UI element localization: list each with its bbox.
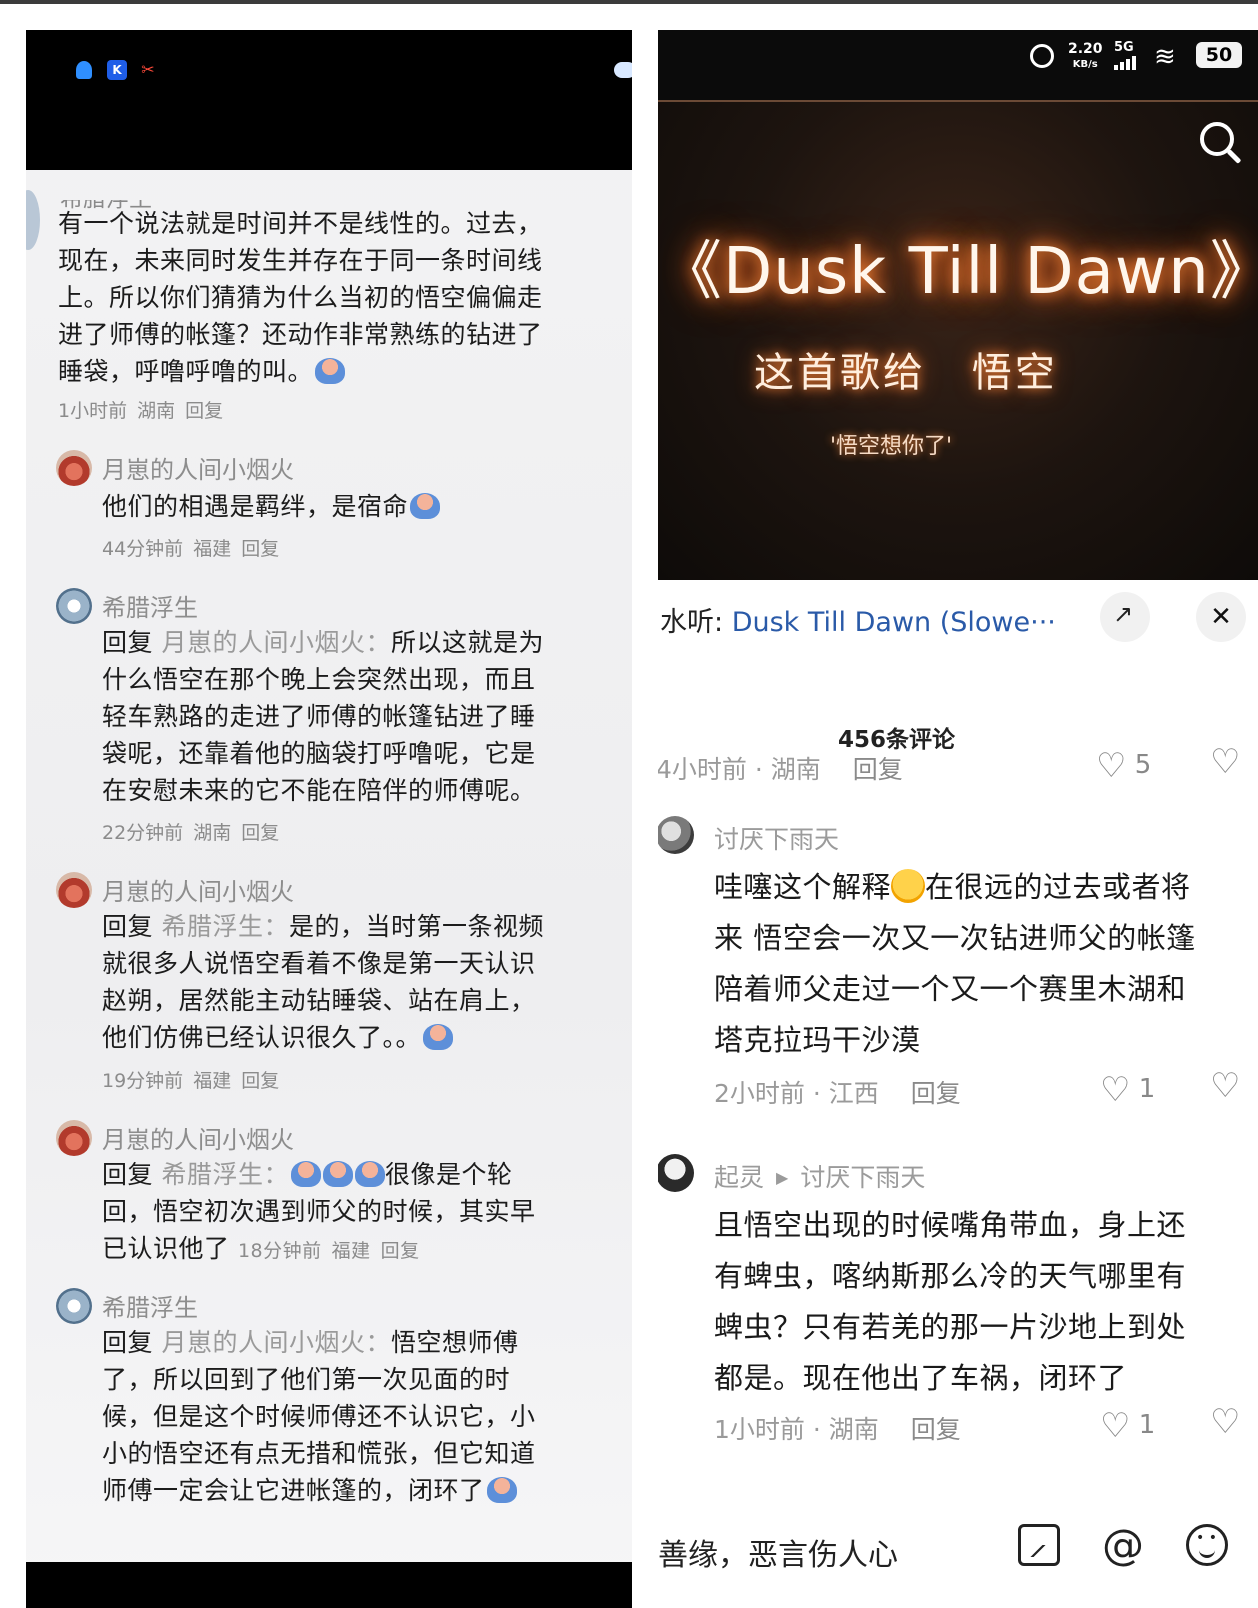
dislike-button[interactable]: ♡ xyxy=(1210,1066,1240,1106)
capcut-app-icon: ✂ xyxy=(141,60,155,79)
reply-link[interactable]: 回复 xyxy=(853,755,903,784)
comment-meta: 44分钟前 福建 回复 xyxy=(102,538,280,560)
commenter-name[interactable]: 讨厌下雨天 xyxy=(714,820,839,856)
reply-link[interactable]: 回复 xyxy=(241,1070,279,1092)
commenter-name[interactable]: 希腊浮生 xyxy=(102,588,198,623)
right-comment-screenshot: 2.20 KB/s 5G ≋ 50 《Dusk Till Dawn》 这首歌给 … xyxy=(658,30,1258,1608)
comment-text: 哇噻这个解释 在很远的过去或者将 来 悟空会一次又一次钻进师父的帐篷 陪着师父走过… xyxy=(714,869,1196,1057)
commenter-name[interactable]: 月崽的人间小烟火 xyxy=(102,1120,294,1155)
comment-meta: 19分钟前 福建 回复 xyxy=(102,1070,280,1092)
top-edge-bar xyxy=(0,0,1258,4)
at-mention-icon[interactable]: @ xyxy=(1102,1524,1144,1566)
crying-monkey-emoji-icon xyxy=(423,1024,454,1050)
video-title: 《Dusk Till Dawn》 xyxy=(658,235,1258,309)
kuwo-app-icon: K xyxy=(107,60,127,80)
comment-count: 456条评论 xyxy=(838,727,956,753)
reply-link[interactable]: 回复 xyxy=(185,400,223,422)
network-type: 5G xyxy=(1114,40,1134,55)
video-subtitle: 这首歌给 悟空 xyxy=(754,350,1058,396)
comment-text: 有一个说法就是时间并不是线性的。过去， 现在，未来同时发生并存在于同一条时间线 … xyxy=(58,209,543,386)
dislike-button[interactable]: ♡ xyxy=(1210,742,1240,782)
reply-link[interactable]: 回复 xyxy=(911,1079,961,1108)
heart-icon: ♡ xyxy=(1100,1406,1131,1446)
commenter-name[interactable]: 月崽的人间小烟火 xyxy=(102,450,294,485)
comment-meta: 22分钟前 湖南 回复 xyxy=(102,822,280,844)
comment-meta: 1小时前 · 湖南 回复 xyxy=(714,1415,961,1444)
crying-emoji-icon xyxy=(891,869,926,903)
avatar[interactable] xyxy=(658,1154,694,1192)
crying-monkey-emoji-icon xyxy=(322,1161,353,1187)
divider xyxy=(658,100,1258,102)
cloud-icon xyxy=(614,62,632,78)
comment-input[interactable]: 善缘，恶言伤人心 xyxy=(658,1530,898,1574)
reply-target-name[interactable]: 希腊浮生： xyxy=(161,912,289,941)
avatar[interactable] xyxy=(56,450,92,486)
comment-text: 回复 月崽的人间小烟火：悟空想师傅 了，所以回到了他们第一次见面的时 候，但是这… xyxy=(102,1328,536,1505)
like-button[interactable]: ♡ 5 xyxy=(1096,746,1151,786)
crying-monkey-emoji-icon xyxy=(486,1477,517,1503)
song-link[interactable]: Dusk Till Dawn (Slowe··· xyxy=(732,607,1056,638)
reply-link[interactable]: 回复 xyxy=(241,822,279,844)
comment-text: 回复 月崽的人间小烟火：所以这就是为 什么悟空在那个晚上会突然出现，而且 轻车熟… xyxy=(102,628,544,805)
comment-text: 他们的相遇是羁绊，是宿命 xyxy=(102,488,441,525)
image-icon[interactable] xyxy=(1018,1524,1060,1566)
crying-monkey-emoji-icon xyxy=(354,1161,385,1187)
comment-text: 且悟空出现的时候嘴角带血，身上还 有蜱虫，喀纳斯那么冷的天气哪里有 蜱虫？只有若… xyxy=(714,1208,1187,1395)
heart-icon: ♡ xyxy=(1100,1070,1131,1110)
status-bar: 2.20 KB/s 5G ≋ 50 xyxy=(658,30,1258,100)
broken-heart-icon: ♡ xyxy=(1210,1066,1241,1106)
avatar[interactable] xyxy=(56,872,92,908)
like-button[interactable]: ♡ 1 xyxy=(1100,1070,1155,1110)
broken-heart-icon: ♡ xyxy=(1210,1402,1241,1442)
reply-link[interactable]: 回复 xyxy=(911,1415,961,1444)
avatar[interactable] xyxy=(658,816,694,854)
reply-target-name[interactable]: 希腊浮生： xyxy=(161,1160,289,1189)
comment-text: 回复 希腊浮生：是的，当时第一条视频 就很多人说悟空看着不像是第一天认识 赵朔，… xyxy=(102,912,544,1052)
bottom-black-bar xyxy=(26,1562,632,1608)
avatar[interactable] xyxy=(56,1288,92,1324)
commenter-name[interactable]: 月崽的人间小烟火 xyxy=(102,872,294,907)
crying-monkey-emoji-icon xyxy=(315,358,346,384)
reply-link[interactable]: 回复 xyxy=(381,1240,420,1262)
emoji-icon[interactable] xyxy=(1186,1524,1228,1566)
listening-label[interactable]: 水听: Dusk Till Dawn (Slowe··· xyxy=(660,600,1056,639)
status-bar-black: K ✂ xyxy=(26,30,632,170)
reply-target-name[interactable]: 月崽的人间小烟火： xyxy=(161,1328,391,1357)
video-quote: '悟空想你了' xyxy=(830,434,953,459)
dislike-button[interactable]: ♡ xyxy=(1210,1402,1240,1442)
commenter-name[interactable]: 希腊浮生 xyxy=(102,1288,198,1323)
network-speed: 2.20 KB/s xyxy=(1068,41,1103,71)
reply-arrow-icon: ▶ xyxy=(776,1168,789,1187)
left-comment-screenshot: K ✂ 希腊浮生 有一个说法就是时间并不是线性的。过去， 现在，未来同时发生并存… xyxy=(26,30,632,1608)
reply-target-name[interactable]: 月崽的人间小烟火： xyxy=(161,628,391,657)
comment-text: 回复 希腊浮生： 很像是个轮 回，悟空初次遇到师父的时候，其实早 已认识他了 18… xyxy=(102,1160,536,1263)
video-player[interactable]: 2.20 KB/s 5G ≋ 50 《Dusk Till Dawn》 这首歌给 … xyxy=(658,30,1258,580)
commenter-name[interactable]: 起灵 ▶ 讨厌下雨天 xyxy=(714,1158,925,1194)
comment-meta: 2小时前 · 江西 回复 xyxy=(714,1079,961,1108)
alarm-icon xyxy=(1030,44,1054,68)
avatar[interactable] xyxy=(26,190,40,250)
reply-target-name[interactable]: 讨厌下雨天 xyxy=(800,1163,925,1192)
comment-meta: 4小时前 · 湖南 回复 xyxy=(658,755,903,784)
heart-icon: ♡ xyxy=(1096,746,1127,786)
crying-monkey-emoji-icon xyxy=(290,1161,321,1187)
like-button[interactable]: ♡ 1 xyxy=(1100,1406,1155,1446)
reply-link[interactable]: 回复 xyxy=(241,538,279,560)
search-icon[interactable] xyxy=(1200,122,1234,156)
comment-input-bar: 善缘，恶言伤人心 @ xyxy=(658,1520,1258,1600)
close-button[interactable]: ✕ xyxy=(1196,592,1246,642)
expand-button[interactable] xyxy=(1100,592,1150,642)
comment-meta: 1小时前 湖南 回复 xyxy=(58,400,224,422)
crying-monkey-emoji-icon xyxy=(410,493,441,519)
battery-indicator: 50 xyxy=(1196,42,1242,68)
wifi-icon: ≋ xyxy=(1154,42,1176,72)
avatar[interactable] xyxy=(56,1120,92,1156)
qq-bell-icon xyxy=(76,61,92,79)
avatar[interactable] xyxy=(56,588,92,624)
now-listening-row: 水听: Dusk Till Dawn (Slowe··· ✕ xyxy=(658,590,1258,646)
broken-heart-icon: ♡ xyxy=(1210,742,1241,782)
signal-icon xyxy=(1114,56,1136,70)
